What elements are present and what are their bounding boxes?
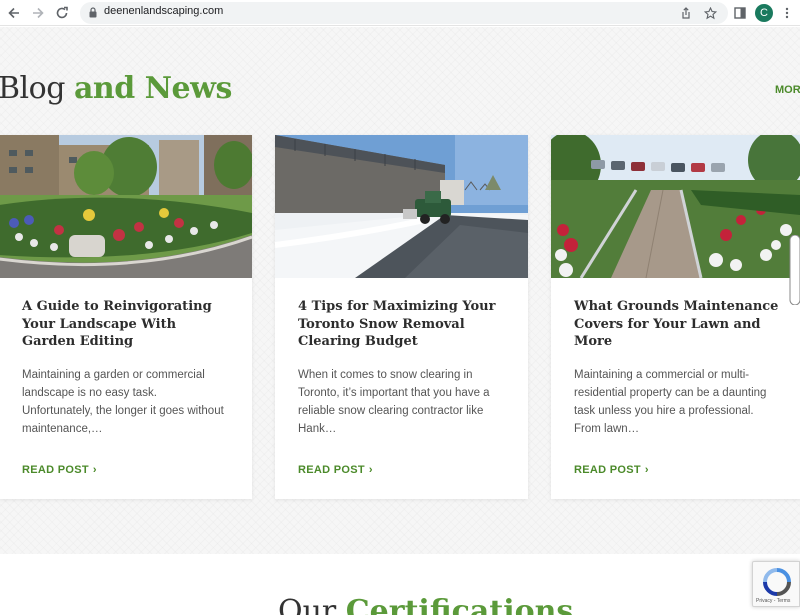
- post-title[interactable]: A Guide to Reinvigorating Your Landscape…: [22, 298, 230, 351]
- certifications-title: Our Certifications: [278, 594, 573, 615]
- forward-arrow-icon[interactable]: [28, 3, 48, 23]
- profile-avatar[interactable]: C: [755, 4, 773, 22]
- chevron-right-icon: ›: [92, 463, 97, 476]
- certifications-title-part1: Our: [278, 594, 346, 615]
- post-title[interactable]: What Grounds Maintenance Covers for Your…: [574, 298, 782, 351]
- blog-card[interactable]: A Guide to Reinvigorating Your Landscape…: [0, 135, 252, 499]
- reload-icon[interactable]: [52, 3, 72, 23]
- post-image-garden[interactable]: [0, 135, 252, 278]
- share-icon[interactable]: [678, 5, 694, 21]
- post-title[interactable]: 4 Tips for Maximizing Your Toronto Snow …: [298, 298, 506, 351]
- read-post-label: READ POST: [574, 463, 641, 476]
- url-text: deenenlandscaping.com: [104, 5, 224, 17]
- carousel-next-handle[interactable]: [789, 234, 800, 306]
- post-image-walkway[interactable]: [551, 135, 800, 278]
- read-post-label: READ POST: [298, 463, 365, 476]
- blog-card[interactable]: 4 Tips for Maximizing Your Toronto Snow …: [275, 135, 528, 499]
- section-title-part1: Blog: [0, 71, 74, 106]
- post-excerpt: Maintaining a commercial or multi-reside…: [574, 368, 767, 435]
- post-excerpt: When it comes to snow clearing in Toront…: [298, 368, 490, 435]
- section-title: Blog and News: [0, 71, 232, 106]
- read-post-link[interactable]: READ POST ›: [298, 464, 373, 476]
- recaptcha-icon: [763, 568, 791, 596]
- chevron-right-icon: ›: [644, 463, 649, 476]
- page-content: Blog and News MORE: [0, 27, 800, 615]
- read-post-label: READ POST: [22, 463, 89, 476]
- recaptcha-privacy-terms[interactable]: Privacy - Terms: [756, 598, 790, 604]
- read-post-link[interactable]: READ POST ›: [574, 464, 649, 476]
- browser-toolbar: deenenlandscaping.com C: [0, 0, 800, 26]
- section-title-part2: and News: [73, 71, 232, 106]
- certifications-title-part2: Certifications: [345, 594, 574, 615]
- post-excerpt: Maintaining a garden or commercial lands…: [22, 368, 224, 435]
- chevron-right-icon: ›: [368, 463, 373, 476]
- lock-icon: [89, 7, 97, 18]
- certifications-section: Our Certifications: [0, 554, 800, 615]
- post-image-snow[interactable]: [275, 135, 528, 278]
- blog-card[interactable]: What Grounds Maintenance Covers for Your…: [551, 135, 800, 499]
- recaptcha-badge[interactable]: Privacy - Terms: [752, 561, 800, 607]
- back-arrow-icon[interactable]: [4, 3, 24, 23]
- bookmark-star-icon[interactable]: [702, 5, 718, 21]
- side-panel-icon[interactable]: [730, 3, 750, 23]
- read-post-link[interactable]: READ POST ›: [22, 464, 97, 476]
- more-options-icon[interactable]: [777, 3, 797, 23]
- more-posts-link[interactable]: MORE: [775, 84, 800, 96]
- address-bar[interactable]: deenenlandscaping.com: [80, 2, 728, 24]
